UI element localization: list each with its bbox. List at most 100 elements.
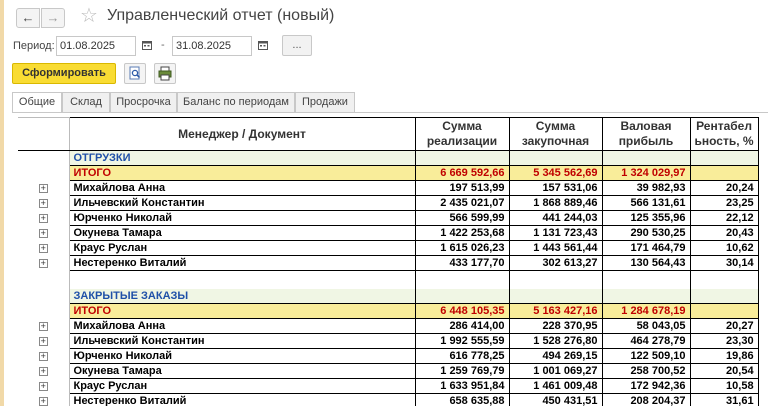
expand-plus-icon[interactable]: +: [38, 198, 48, 208]
calendar-icon[interactable]: [253, 36, 273, 56]
profit-value: 566 131,61: [602, 195, 691, 211]
manager-name: Нестеренко Виталий: [69, 393, 416, 406]
margin-value: 23,30: [690, 333, 759, 349]
manager-name: Краус Руслан: [69, 378, 416, 394]
calendar-icon[interactable]: [137, 36, 157, 56]
forward-button[interactable]: →: [41, 8, 65, 28]
expand-plus-icon[interactable]: +: [38, 396, 48, 406]
purchase-value: 1 131 723,43: [509, 225, 603, 241]
sales-value: 658 635,88: [415, 393, 510, 406]
sales-value: 197 513,99: [415, 180, 510, 196]
profit-value: 208 204,37: [602, 393, 691, 406]
profit-value: 258 700,52: [602, 363, 691, 379]
section-header-row: ОТГРУЗКИ: [18, 150, 759, 166]
row-gutter: [18, 165, 70, 181]
manager-name: Нестеренко Виталий: [69, 255, 416, 271]
manager-name: Михайлова Анна: [69, 318, 416, 334]
margin-value: 30,14: [690, 255, 759, 271]
generate-report-button[interactable]: Сформировать: [12, 63, 116, 84]
row-gutter: +: [18, 210, 70, 226]
sales-value: 1 633 951,84: [415, 378, 510, 394]
table-row[interactable]: + Нестеренко Виталий 658 635,88 450 431,51 2…: [18, 393, 759, 406]
table-row[interactable]: + Краус Руслан 1 615 026,23 1 443 561,44 171…: [18, 240, 759, 256]
header-sales: Сумма реализации: [415, 117, 510, 151]
purchase-value: 1 443 561,44: [509, 240, 603, 256]
purchase-value: 441 244,03: [509, 210, 603, 226]
expand-plus-icon[interactable]: +: [38, 381, 48, 391]
tab-divider: [12, 112, 768, 113]
tab-general[interactable]: Общие: [12, 92, 62, 113]
expand-plus-icon[interactable]: +: [38, 336, 48, 346]
purchase-value: 450 431,51: [509, 393, 603, 406]
total-profit: 1 324 029,97: [602, 165, 691, 181]
expand-plus-icon[interactable]: +: [38, 351, 48, 361]
total-label: ИТОГО: [69, 165, 416, 181]
empty-cell: [602, 270, 691, 289]
total-sales: 6 669 592,66: [415, 165, 510, 181]
profit-value: 39 982,93: [602, 180, 691, 196]
purchase-value: 1 001 069,27: [509, 363, 603, 379]
expand-plus-icon[interactable]: +: [38, 321, 48, 331]
margin-value: 20,27: [690, 318, 759, 334]
header-gutter: [18, 117, 70, 151]
total-margin: [690, 165, 759, 181]
table-row[interactable]: + Юрченко Николай 616 778,25 494 269,15 122 …: [18, 348, 759, 364]
table-row[interactable]: + Юрченко Николай 566 599,99 441 244,03 125 …: [18, 210, 759, 226]
total-label: ИТОГО: [69, 303, 416, 319]
report-spreadsheet[interactable]: Менеджер / Документ Сумма реализации Сумм…: [18, 117, 768, 406]
purchase-value: 494 269,15: [509, 348, 603, 364]
print-button[interactable]: [154, 63, 176, 84]
favorite-star-icon[interactable]: ☆: [80, 5, 98, 27]
table-row[interactable]: + Михайлова Анна 197 513,99 157 531,06 39 98…: [18, 180, 759, 196]
table-row[interactable]: + Окунева Тамара 1 422 253,68 1 131 723,43 2…: [18, 225, 759, 241]
table-row[interactable]: + Ильчевский Константин 1 992 555,59 1 528 …: [18, 333, 759, 349]
manager-name: Михайлова Анна: [69, 180, 416, 196]
purchase-value: 1 868 889,46: [509, 195, 603, 211]
header-profit: Валовая прибыль: [602, 117, 691, 151]
total-sales: 6 448 105,35: [415, 303, 510, 319]
section-cell: [690, 150, 759, 166]
arrow-right-icon: →: [46, 10, 60, 25]
margin-value: 22,12: [690, 210, 759, 226]
profit-value: 125 355,96: [602, 210, 691, 226]
back-button[interactable]: ←: [16, 8, 40, 28]
section-cell: [509, 288, 603, 304]
expand-plus-icon[interactable]: +: [38, 213, 48, 223]
margin-value: 20,24: [690, 180, 759, 196]
print-preview-icon: [129, 66, 141, 80]
manager-name: Ильчевский Константин: [69, 195, 416, 211]
expand-plus-icon[interactable]: +: [38, 366, 48, 376]
row-gutter: +: [18, 333, 70, 349]
profit-value: 171 464,79: [602, 240, 691, 256]
expand-plus-icon[interactable]: +: [38, 228, 48, 238]
row-gutter: +: [18, 393, 70, 406]
purchase-value: 1 528 276,80: [509, 333, 603, 349]
table-row[interactable]: + Нестеренко Виталий 433 177,70 302 613,27 1…: [18, 255, 759, 271]
profit-value: 172 942,36: [602, 378, 691, 394]
expand-plus-icon[interactable]: +: [38, 243, 48, 253]
tab-balance-by-periods[interactable]: Баланс по периодам: [177, 92, 295, 112]
tab-overdue[interactable]: Просрочка: [110, 92, 177, 112]
period-to-field[interactable]: 31.08.2025: [172, 36, 252, 56]
empty-cell: [69, 270, 416, 289]
page-title: Управленческий отчет (новый): [107, 7, 335, 24]
tab-warehouse[interactable]: Склад: [62, 92, 110, 112]
table-row[interactable]: + Краус Руслан 1 633 951,84 1 461 009,48 172…: [18, 378, 759, 394]
period-from-field[interactable]: 01.08.2025: [56, 36, 136, 56]
period-select-button[interactable]: ...: [282, 35, 312, 56]
table-row[interactable]: + Ильчевский Константин 2 435 021,07 1 868 …: [18, 195, 759, 211]
expand-plus-icon[interactable]: +: [38, 183, 48, 193]
spacer-row: [18, 270, 759, 289]
tab-sales[interactable]: Продажи: [295, 92, 355, 112]
preview-button[interactable]: [124, 63, 146, 84]
expand-plus-icon[interactable]: +: [38, 258, 48, 268]
period-label: Период:: [13, 40, 55, 52]
row-gutter: +: [18, 378, 70, 394]
manager-name: Окунева Тамара: [69, 225, 416, 241]
table-row[interactable]: + Окунева Тамара 1 259 769,79 1 001 069,27 2…: [18, 363, 759, 379]
header-manager: Менеджер / Документ: [69, 117, 416, 151]
margin-value: 31,61: [690, 393, 759, 406]
margin-value: 10,58: [690, 378, 759, 394]
margin-value: 20,54: [690, 363, 759, 379]
table-row[interactable]: + Михайлова Анна 286 414,00 228 370,95 58 04…: [18, 318, 759, 334]
